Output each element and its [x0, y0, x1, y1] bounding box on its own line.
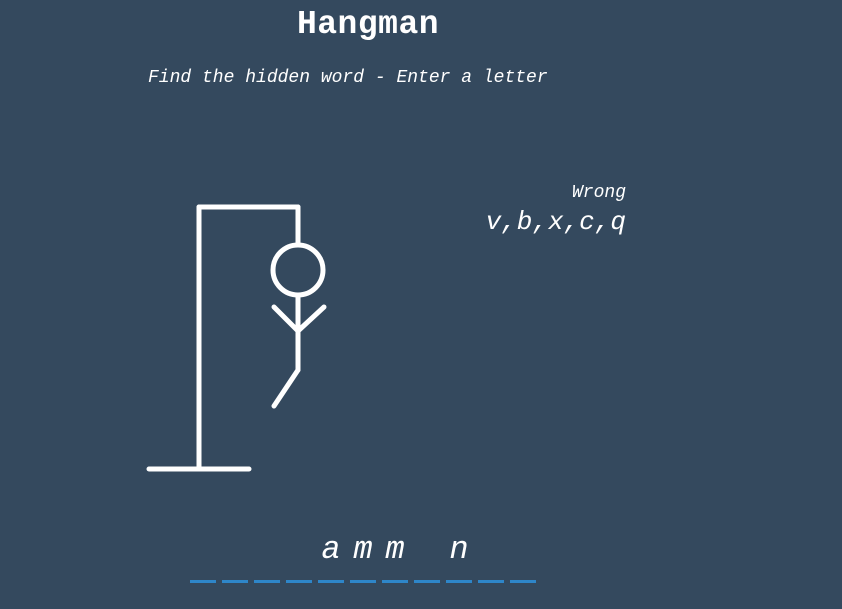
figure-left-arm	[271, 304, 301, 334]
letter-slot	[478, 530, 504, 583]
letter-slot: m	[382, 530, 408, 583]
letter-slot-dash	[254, 580, 280, 583]
letter-slot: n	[446, 530, 472, 583]
letter-slot-char: m	[385, 531, 405, 568]
letter-slot-dash	[446, 580, 472, 583]
letter-slot	[190, 530, 216, 583]
letter-slot-dash	[350, 580, 376, 583]
letter-slot: m	[350, 530, 376, 583]
letter-slot-dash	[510, 580, 536, 583]
letter-slot-dash	[318, 580, 344, 583]
letter-slot-char: m	[353, 531, 373, 568]
letter-slot	[222, 530, 248, 583]
letter-slot	[510, 530, 536, 583]
letter-slot	[286, 530, 312, 583]
wrong-guesses-panel: Wrong v,b,x,c,q	[400, 183, 626, 237]
letter-slot-dash	[414, 580, 440, 583]
hangman-game: Hangman Find the hidden word - Enter a l…	[0, 0, 842, 609]
wrong-guesses-heading: Wrong	[571, 183, 626, 203]
letter-slot	[254, 530, 280, 583]
letter-slot: a	[318, 530, 344, 583]
letter-slot-char: a	[321, 531, 341, 568]
letter-slot	[414, 530, 440, 583]
letter-slot-dash	[286, 580, 312, 583]
gallows-drawing	[146, 204, 327, 472]
letter-slot-char: n	[449, 531, 469, 568]
letter-slot-dash	[478, 580, 504, 583]
hidden-word: ammn	[190, 530, 542, 583]
letter-slot-dash	[190, 580, 216, 583]
figure-left-leg	[271, 367, 301, 409]
figure-head	[270, 242, 326, 298]
letter-slot-dash	[222, 580, 248, 583]
figure-right-arm	[295, 304, 327, 334]
wrong-guesses-letters: v,b,x,c,q	[485, 207, 626, 237]
letter-slot-dash	[382, 580, 408, 583]
